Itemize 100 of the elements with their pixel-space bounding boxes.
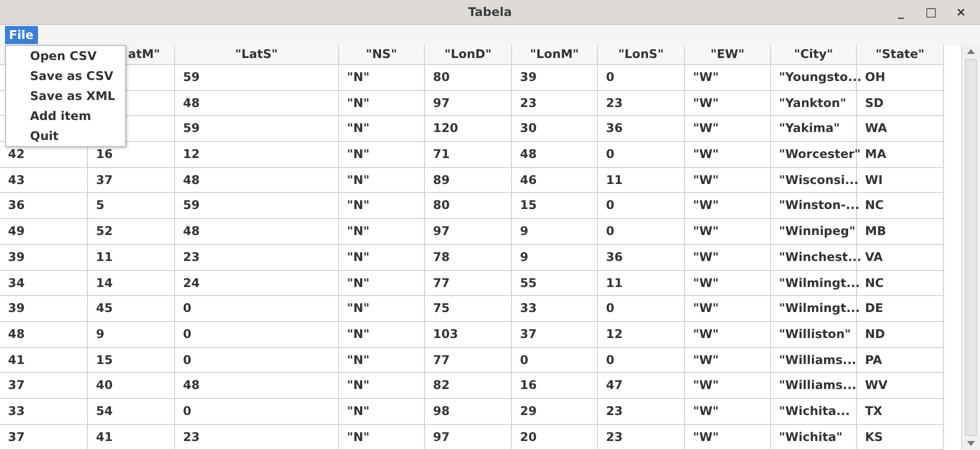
table-cell: "W"	[685, 398, 771, 424]
scrollbar[interactable]	[961, 45, 980, 450]
table-cell: 36	[598, 244, 685, 270]
table-cell: 47	[598, 373, 685, 398]
column-header[interactable]: "EW"	[685, 45, 771, 64]
table-cell: 12	[175, 142, 339, 167]
table-cell: "W"	[685, 244, 771, 270]
table-cell: 11	[598, 270, 685, 296]
table-cell: 97	[425, 424, 512, 450]
table-cell: 14	[88, 270, 175, 296]
table-cell: 23	[175, 424, 339, 450]
table-cell: "N"	[339, 142, 425, 167]
table-cell: "W"	[685, 424, 771, 450]
table-cell: WI	[857, 168, 944, 192]
table-cell: 54	[88, 398, 175, 424]
table-cell: 29	[512, 398, 598, 424]
table-cell: "N"	[339, 219, 425, 244]
minimize-button[interactable]: _	[888, 2, 914, 22]
table-cell: 33	[512, 296, 598, 321]
close-button[interactable]: ×	[948, 2, 974, 22]
table-cell: 39	[0, 296, 88, 321]
table-cell: 20	[512, 424, 598, 450]
table-cell: 97	[425, 90, 512, 116]
table-cell: 45	[88, 296, 175, 321]
table-cell: 36	[0, 193, 88, 218]
table-cell: 9	[512, 244, 598, 270]
table-cell: 59	[175, 116, 339, 142]
table-cell: 36	[598, 116, 685, 142]
table-cell: 43	[0, 168, 88, 192]
table-cell: 39	[0, 244, 88, 270]
scroll-up-icon[interactable]	[967, 49, 976, 54]
table-cell: 46	[512, 168, 598, 192]
table-cell: "N"	[339, 244, 425, 270]
table-cell: "W"	[685, 90, 771, 116]
table-cell: "Williston"	[771, 322, 857, 347]
table-cell: "Williams...	[771, 348, 857, 372]
table-cell: 59	[175, 193, 339, 218]
column-header[interactable]: "NS"	[339, 45, 425, 64]
table-cell: 78	[425, 244, 512, 270]
table-cell: 23	[598, 398, 685, 424]
table-cell: 80	[425, 65, 512, 90]
table-cell: 23	[598, 90, 685, 116]
table-cell: 52	[88, 219, 175, 244]
scroll-down-icon[interactable]	[967, 441, 976, 446]
menu-item[interactable]: File	[5, 26, 38, 44]
table-cell: "N"	[339, 65, 425, 90]
column-header[interactable]: "State"	[857, 45, 944, 64]
table-cell: "W"	[685, 168, 771, 192]
table-cell: 120	[425, 116, 512, 142]
table-cell: 5	[88, 193, 175, 218]
table-cell: "W"	[685, 65, 771, 90]
table-cell: 48	[175, 373, 339, 398]
table-cell: 89	[425, 168, 512, 192]
menu-option[interactable]: Add item	[6, 106, 125, 126]
table-cell: 0	[598, 348, 685, 372]
table-cell: "W"	[685, 348, 771, 372]
table-cell: "N"	[339, 348, 425, 372]
table-cell: 77	[425, 270, 512, 296]
table-cell: 0	[175, 398, 339, 424]
column-header[interactable]: "LatS"	[175, 45, 339, 64]
table-cell: 71	[425, 142, 512, 167]
table-cell: 103	[425, 322, 512, 347]
column-header[interactable]: "LonM"	[512, 45, 598, 64]
column-header[interactable]: "LonD"	[425, 45, 512, 64]
table-cell: SD	[857, 90, 944, 116]
column-header[interactable]: "City"	[771, 45, 857, 64]
menu-option[interactable]: Save as XML	[6, 86, 125, 106]
scroll-thumb[interactable]	[965, 59, 977, 436]
table-cell: "Worcester"	[771, 142, 857, 167]
table-cell: 0	[512, 348, 598, 372]
table-cell: "Wichita...	[771, 398, 857, 424]
table-cell: 0	[598, 142, 685, 167]
table-cell: 40	[88, 373, 175, 398]
table-cell: "N"	[339, 270, 425, 296]
table-cell: WV	[857, 373, 944, 398]
maximize-button[interactable]: □	[918, 2, 944, 22]
table-cell: 37	[0, 373, 88, 398]
table-cell: "N"	[339, 296, 425, 321]
table-cell: 34	[0, 270, 88, 296]
table-cell: TX	[857, 398, 944, 424]
column-header[interactable]: "LonS"	[598, 45, 685, 64]
table-cell: "N"	[339, 424, 425, 450]
table-cell: 59	[175, 65, 339, 90]
table-cell: "N"	[339, 116, 425, 142]
table-cell: "Williams...	[771, 373, 857, 398]
table-cell: MB	[857, 219, 944, 244]
table-cell: 11	[598, 168, 685, 192]
table-cell: 23	[512, 90, 598, 116]
table-cell: 37	[512, 322, 598, 347]
menu-option[interactable]: Save as CSV	[6, 66, 125, 86]
table-cell: "W"	[685, 373, 771, 398]
table-cell: 0	[598, 219, 685, 244]
table-cell: 0	[175, 348, 339, 372]
table-cell: MA	[857, 142, 944, 167]
table-cell: "W"	[685, 219, 771, 244]
table-cell: 0	[175, 322, 339, 347]
table-cell: 77	[425, 348, 512, 372]
table-cell: 98	[425, 398, 512, 424]
table-cell: KS	[857, 424, 944, 450]
table-cell: "N"	[339, 90, 425, 116]
